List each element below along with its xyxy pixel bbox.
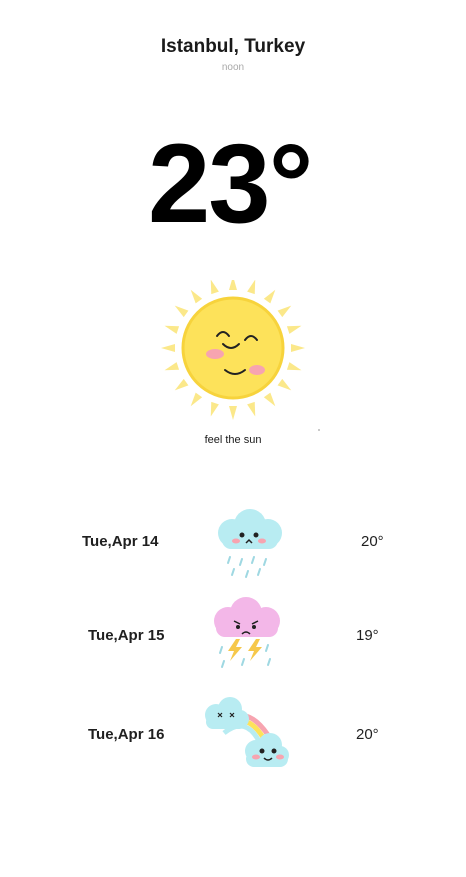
forecast-date-3: Tue,Apr 16 [88, 726, 165, 743]
rain-cloud-icon [218, 509, 282, 578]
location-title: Istanbul, Turkey [160, 36, 306, 57]
time-of-day-label: noon [221, 62, 245, 73]
weather-caption: feel the sun [204, 434, 262, 446]
forecast-temp-3: 20° [356, 726, 379, 743]
current-temperature: 23° [148, 121, 313, 246]
forecast-date-2: Tue,Apr 15 [88, 627, 165, 644]
forecast-temp-2: 19° [356, 627, 379, 644]
forecast-date-1: Tue,Apr 14 [82, 533, 159, 550]
forecast-temp-1: 20° [361, 533, 384, 550]
happy-sun-icon [161, 280, 305, 420]
thunderstorm-cloud-icon [214, 597, 280, 668]
rainbow-clouds-icon [205, 697, 289, 767]
decorative-dot [318, 429, 320, 431]
